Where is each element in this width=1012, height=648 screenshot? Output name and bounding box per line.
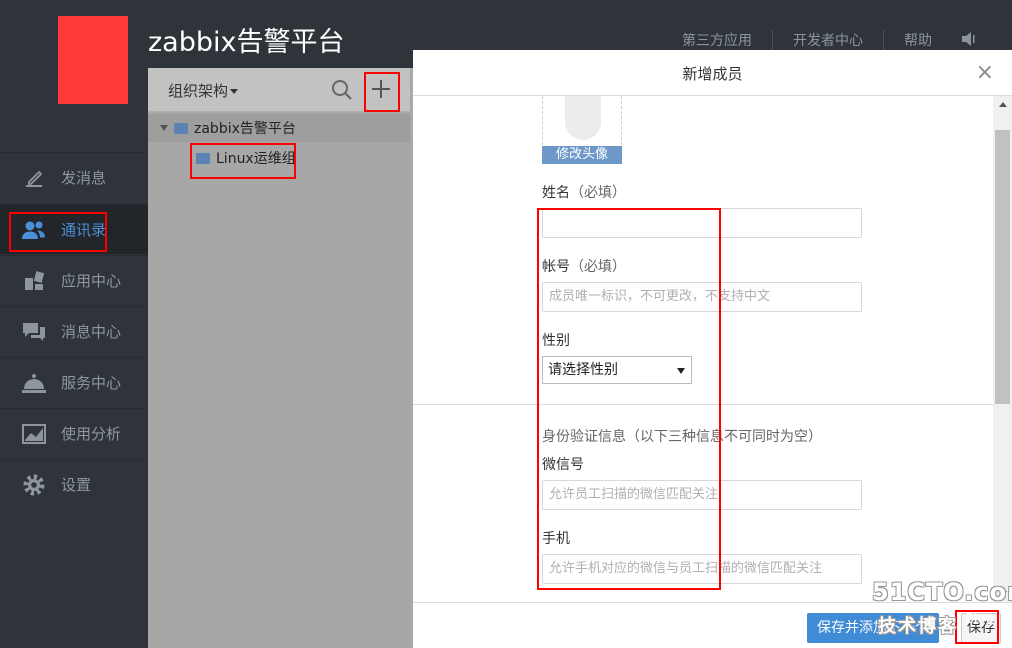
highlight-form-fields (537, 208, 721, 590)
sidebar-item-settings[interactable]: 设置 (0, 459, 148, 509)
sidebar-item-label: 发消息 (61, 169, 107, 187)
sidebar-item-send-message[interactable]: 发消息 (0, 152, 148, 202)
name-label: 姓名（必填） (542, 182, 626, 202)
sidebar-item-message-center[interactable]: 消息中心 (0, 306, 148, 356)
watermark-site: 51CTO.com (872, 578, 1012, 606)
sidebar-item-label: 使用分析 (61, 425, 122, 443)
edit-icon (22, 166, 46, 190)
sidebar-item-label: 设置 (61, 476, 92, 494)
search-icon[interactable] (331, 79, 353, 105)
tree-node-label: zabbix告警平台 (194, 121, 296, 137)
link-third-party-apps[interactable]: 第三方应用 (662, 30, 772, 50)
name-required-hint: （必填） (570, 185, 626, 201)
org-structure-label: 组织架构 (168, 82, 229, 100)
link-developer-center[interactable]: 开发者中心 (772, 30, 883, 50)
dialog-header: 新增成员 × (413, 50, 1012, 96)
sidebar-item-label: 消息中心 (61, 323, 122, 341)
name-label-text: 姓名 (542, 185, 570, 201)
org-tree: zabbix告警平台 Linux运维组 (148, 113, 410, 648)
speaker-icon[interactable] (960, 31, 978, 47)
folder-icon (174, 122, 188, 134)
analytics-icon (22, 422, 46, 446)
chevron-down-icon (230, 89, 239, 94)
expand-caret-icon[interactable] (160, 125, 168, 131)
app-title: zabbix告警平台 (148, 27, 345, 58)
messages-icon (22, 320, 46, 344)
sidebar-item-service-center[interactable]: 服务中心 (0, 357, 148, 407)
sidebar: 发消息 通讯录 应用中心 消息中心 服务中心 使用分析 设置 (0, 68, 148, 648)
top-links: 第三方应用 开发者中心 帮助 (662, 30, 952, 50)
dialog-scrollbar[interactable] (993, 96, 1012, 602)
scroll-up-icon[interactable] (999, 102, 1007, 107)
sidebar-item-label: 服务中心 (61, 374, 122, 392)
sidebar-item-usage-analysis[interactable]: 使用分析 (0, 408, 148, 458)
highlight-contacts (9, 212, 107, 252)
highlight-linux-group (190, 143, 296, 179)
watermark-blog: 技术博客 (878, 616, 958, 637)
watermark-blog-en: Blog (965, 612, 994, 627)
gear-icon (22, 473, 46, 497)
org-structure-dropdown[interactable]: 组织架构 (168, 80, 239, 101)
service-bell-icon (22, 371, 46, 395)
tree-node-root[interactable]: zabbix告警平台 (148, 114, 410, 142)
link-help[interactable]: 帮助 (883, 30, 952, 50)
close-icon[interactable]: × (976, 62, 994, 84)
dialog-title: 新增成员 (682, 65, 743, 83)
sidebar-item-label: 应用中心 (61, 272, 122, 290)
apps-icon (22, 269, 46, 293)
sidebar-item-app-center[interactable]: 应用中心 (0, 255, 148, 305)
scroll-thumb[interactable] (995, 130, 1010, 404)
change-avatar-button[interactable]: 修改头像 (542, 146, 622, 164)
redacted-logo (58, 16, 128, 104)
highlight-add-button (364, 72, 400, 112)
avatar-placeholder-icon (565, 96, 601, 140)
